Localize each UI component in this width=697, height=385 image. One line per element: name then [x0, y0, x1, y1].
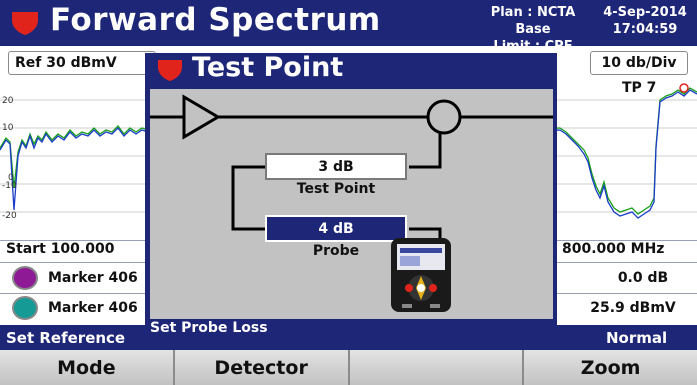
softkey-detector[interactable]: Detector [174, 350, 350, 385]
marker1-icon[interactable] [12, 266, 38, 290]
status-mode: Normal [606, 329, 668, 347]
marker2-value: 25.9 dBmV [590, 300, 676, 316]
page-title: Forward Spectrum [50, 2, 381, 38]
stop-frequency: 800.000 MHz [562, 241, 665, 257]
date-text: 4-Sep-2014 [603, 5, 687, 20]
shield-logo-icon [12, 12, 38, 35]
marker2-icon[interactable] [12, 296, 38, 320]
y-label-10: 10 [2, 123, 14, 133]
probe-label: Probe [312, 243, 360, 259]
plan-info: Plan : NCTA Base Limit : CPE [478, 4, 588, 55]
softkey-zoom[interactable]: Zoom [524, 350, 697, 385]
softkey-bar: Mode Detector Zoom [0, 350, 697, 385]
marker1-value: 0.0 dB [617, 270, 669, 286]
network-diagram [150, 94, 553, 243]
softkey-mode[interactable]: Mode [0, 350, 175, 385]
test-point-label: Test Point [296, 181, 376, 197]
amplifier-icon [182, 94, 221, 140]
start-frequency: Start 100.000 [6, 241, 115, 257]
probe-loss-field[interactable]: 4 dB [265, 215, 407, 242]
marker1-label: Marker 406 [48, 270, 138, 286]
tap-icon [426, 99, 462, 135]
meter-device-icon [391, 238, 451, 312]
dialog-title: Test Point [192, 52, 344, 83]
reference-level[interactable]: Ref 30 dBmV [8, 51, 156, 75]
marker2-label: Marker 406 [48, 300, 138, 316]
test-point-indicator: TP 7 [622, 80, 657, 96]
marker-indicator-icon [679, 83, 689, 93]
status-message: Set Reference [6, 329, 126, 347]
plan-line: Plan : NCTA Base [490, 5, 576, 37]
y-label-minus10: -10 [2, 181, 17, 191]
shield-logo-icon [158, 60, 182, 81]
dialog-status: Set Probe Loss [150, 320, 268, 336]
test-point-loss-field[interactable]: 3 dB [265, 153, 407, 180]
scale-per-division[interactable]: 10 db/Div [590, 51, 688, 75]
y-label-20: 20 [2, 96, 14, 106]
time-text: 17:04:59 [612, 22, 678, 37]
softkey-blank[interactable] [349, 350, 525, 385]
y-label-minus20: -20 [2, 211, 17, 221]
datetime: 4-Sep-2014 17:04:59 [595, 4, 695, 38]
